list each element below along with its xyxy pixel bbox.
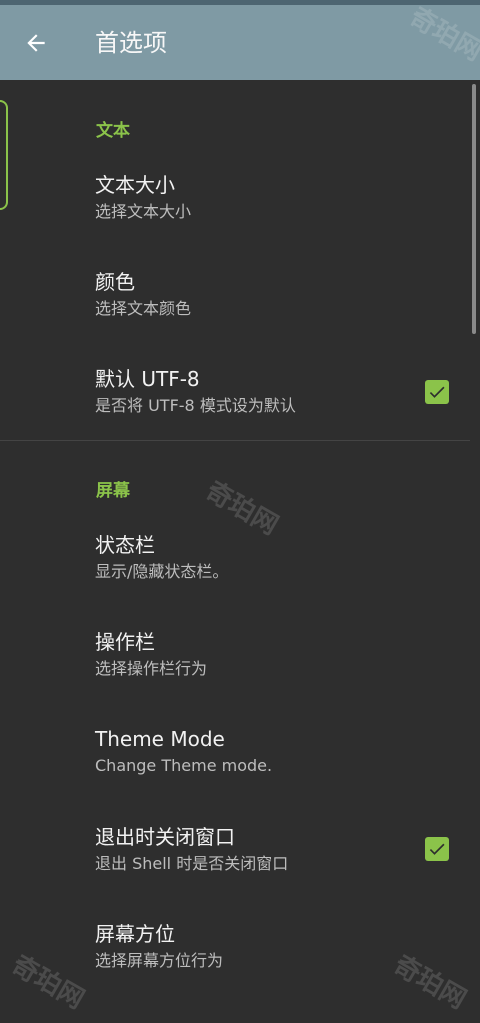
close-window-checkbox[interactable]: [425, 837, 449, 861]
pref-title: 屏幕方位: [95, 922, 175, 946]
pref-summary: 是否将 UTF-8 模式设为默认: [95, 396, 296, 415]
pref-title: 文本大小: [95, 173, 175, 197]
pref-color[interactable]: 颜色 选择文本颜色: [0, 268, 480, 348]
pref-summary: 选择文本大小: [95, 202, 192, 221]
pref-status-bar[interactable]: 状态栏 显示/隐藏状态栏。: [0, 531, 480, 611]
arrow-left-icon: [27, 34, 45, 52]
pref-title: 颜色: [95, 270, 135, 294]
app-bar: 首选项: [0, 5, 480, 80]
pref-title: Theme Mode: [95, 727, 225, 751]
preferences-list[interactable]: 文本 文本大小 选择文本大小 颜色 选择文本颜色 默认 UTF-8 是否将 UT…: [0, 80, 480, 1023]
pref-summary: 退出 Shell 时是否关闭窗口: [95, 854, 289, 873]
pref-default-utf8[interactable]: 默认 UTF-8 是否将 UTF-8 模式设为默认: [0, 365, 480, 445]
pref-title: 状态栏: [95, 533, 155, 557]
pref-action-bar[interactable]: 操作栏 选择操作栏行为: [0, 628, 480, 708]
pref-summary: 选择文本颜色: [95, 299, 192, 318]
pref-title: 操作栏: [95, 630, 155, 654]
pref-summary: 显示/隐藏状态栏。: [95, 562, 229, 581]
pref-text-size[interactable]: 文本大小 选择文本大小: [0, 171, 480, 251]
utf8-checkbox[interactable]: [425, 380, 449, 404]
back-button[interactable]: [16, 23, 56, 63]
pref-summary: 选择操作栏行为: [95, 659, 208, 678]
page-title: 首选项: [95, 29, 167, 57]
category-header-screen: 屏幕: [96, 481, 130, 501]
check-icon: [429, 843, 445, 855]
pref-summary: 选择屏幕方位行为: [95, 951, 224, 970]
pref-close-window-on-exit[interactable]: 退出时关闭窗口 退出 Shell 时是否关闭窗口: [0, 823, 480, 903]
pref-theme-mode[interactable]: Theme Mode Change Theme mode.: [0, 725, 480, 805]
section-divider: [0, 440, 470, 441]
pref-title: 退出时关闭窗口: [95, 825, 235, 849]
pref-title: 默认 UTF-8: [95, 367, 200, 391]
category-header-text: 文本: [96, 121, 130, 141]
pref-summary: Change Theme mode.: [95, 756, 273, 775]
check-icon: [429, 386, 445, 398]
